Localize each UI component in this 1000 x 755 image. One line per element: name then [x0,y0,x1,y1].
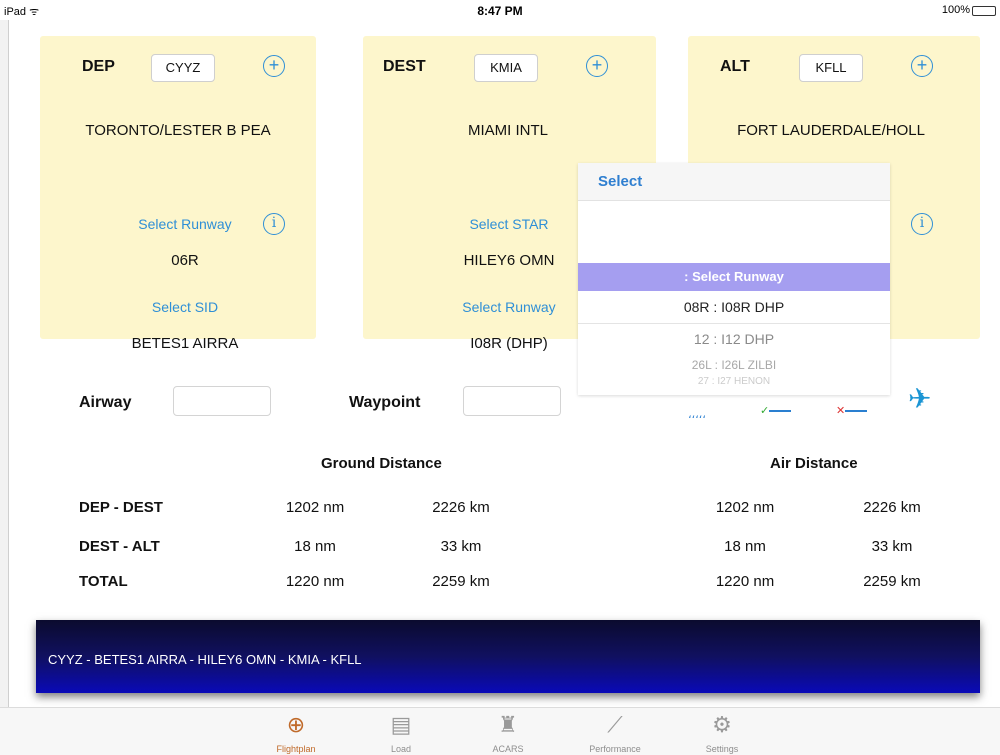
air-nm: 18 nm [724,538,766,555]
row-label: DEP - DEST [79,499,163,516]
battery-icon [972,6,996,16]
dep-label: DEP [82,58,115,75]
air-km: 33 km [871,538,913,555]
tab-performance[interactable]: ⟋ Performance [575,710,655,754]
dep-airport-name: TORONTO/LESTER B PEA [85,122,271,139]
tab-flightplan[interactable]: ⊕ Flightplan [256,710,336,754]
dep-sid-value: BETES1 AIRRA [131,335,239,352]
alt-code-field[interactable]: KFLL [799,54,863,82]
dest-airport-name: MIAMI INTL [467,122,548,139]
gear-icon: ⚙ [712,712,732,737]
alt-info-icon[interactable]: i [911,213,933,235]
alt-add-icon[interactable]: + [911,55,933,77]
tab-label: Load [390,744,412,754]
dest-label: DEST [383,58,426,75]
waypoint-input[interactable] [463,386,561,416]
ground-nm: 1220 nm [285,573,345,590]
ground-km: 2259 km [432,573,490,590]
tab-acars[interactable]: ♜ ACARS [468,710,548,754]
picker-option[interactable]: 27 : I27 HENON [578,376,890,387]
row-label: DEST - ALT [79,538,160,555]
dep-code-field[interactable]: CYYZ [151,54,215,82]
load-icon: ▤ [390,712,412,737]
tab-bar: ⊕ Flightplan ▤ Load ♜ ACARS ⟋ Performanc… [0,707,1000,755]
dep-add-icon[interactable]: + [263,55,285,77]
chart-icon: ⟋ [607,712,623,737]
dep-runway-value: 06R [171,252,199,269]
globe-icon: ⊕ [286,712,306,737]
dest-code-field[interactable]: KMIA [474,54,538,82]
alt-label: ALT [720,58,750,75]
dest-add-icon[interactable]: + [586,55,608,77]
airway-input[interactable] [173,386,271,416]
alt-airport-name: FORT LAUDERDALE/HOLL [737,122,925,139]
tab-label: Performance [589,744,641,754]
tab-label: Settings [705,744,739,754]
dep-card: DEP CYYZ + TORONTO/LESTER B PEA Select R… [40,36,316,352]
air-nm: 1220 nm [715,573,775,590]
waypoint-label: Waypoint [349,394,421,411]
picker-option[interactable]: 08R : I08R DHP [578,299,890,315]
dep-select-runway-link[interactable]: Select Runway [40,216,330,232]
air-km: 2259 km [863,573,921,590]
route-text: CYYZ - BETES1 AIRRA - HILEY6 OMN - KMIA … [48,652,362,667]
tab-label: Flightplan [276,744,316,754]
dep-select-sid-link[interactable]: Select SID [40,299,330,315]
airway-label: Airway [79,394,132,411]
tab-settings[interactable]: ⚙ Settings [682,710,762,754]
air-distance-header: Air Distance [770,455,858,472]
air-nm: 1202 nm [715,499,775,516]
tab-load[interactable]: ▤ Load [361,710,441,754]
airplane-icon[interactable]: ✈ [908,382,931,415]
runway-picker[interactable]: Select : Select Runway 08R : I08R DHP 12… [578,163,890,395]
air-km: 2226 km [863,499,921,516]
ground-distance-header: Ground Distance [321,455,442,472]
picker-option[interactable]: 26L : I26L ZILBI [578,358,890,372]
add-route-icon[interactable]: ✓ [760,404,792,417]
route-summary-bar: CYYZ - BETES1 AIRRA - HILEY6 OMN - KMIA … [36,620,980,693]
dotted-route-icon[interactable]: ،،،،، [688,408,706,421]
clock: 8:47 PM [477,4,523,18]
picker-selected-row[interactable]: : Select Runway [578,263,890,291]
remove-route-icon[interactable]: ✕ [836,404,868,417]
status-bar: iPad ᯤ 8:47 PM 100% [0,0,1000,20]
ground-km: 2226 km [432,499,490,516]
picker-option[interactable]: 12 : I12 DHP [578,331,890,347]
ground-km: 33 km [440,538,482,555]
ground-nm: 1202 nm [285,499,345,516]
tab-label: ACARS [492,744,524,754]
tower-icon: ♜ [498,712,518,737]
row-label: TOTAL [79,573,128,590]
battery-percent: 100% [941,4,970,16]
ground-nm: 18 nm [294,538,336,555]
picker-title: Select [578,163,890,201]
dep-info-icon[interactable]: i [263,213,285,235]
